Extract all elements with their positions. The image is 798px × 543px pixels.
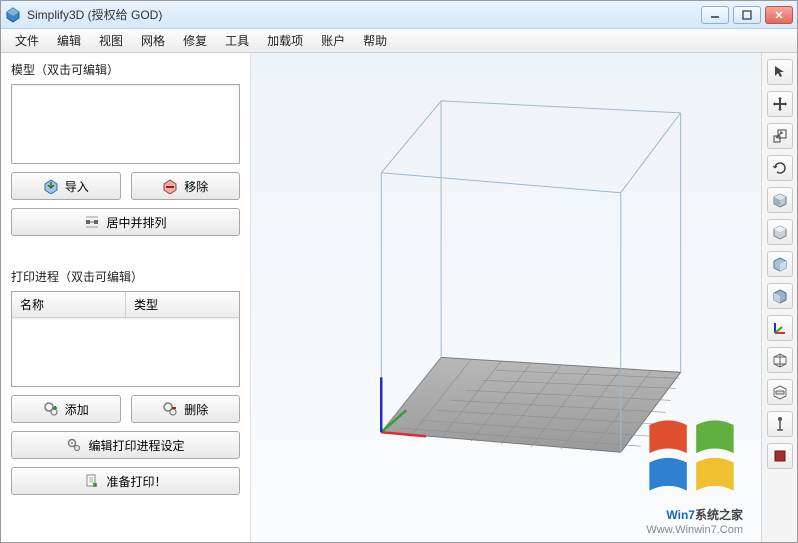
import-label: 导入 bbox=[65, 178, 89, 195]
support-tool[interactable] bbox=[767, 411, 793, 437]
delete-icon bbox=[162, 401, 178, 417]
menu-file[interactable]: 文件 bbox=[7, 29, 47, 52]
col-name[interactable]: 名称 bbox=[12, 292, 126, 317]
right-toolbar bbox=[761, 53, 797, 542]
menu-addons[interactable]: 加载项 bbox=[259, 29, 311, 52]
view-cube-iso[interactable] bbox=[767, 187, 793, 213]
import-icon bbox=[43, 178, 59, 194]
edit-settings-label: 编辑打印进程设定 bbox=[88, 437, 184, 454]
left-panel: 模型（双击可编辑） 导入 移除 bbox=[1, 53, 251, 542]
minimize-button[interactable] bbox=[701, 6, 729, 24]
menu-account[interactable]: 账户 bbox=[313, 29, 353, 52]
col-type[interactable]: 类型 bbox=[126, 292, 239, 317]
delete-process-button[interactable]: 删除 bbox=[131, 395, 241, 423]
edit-process-settings-button[interactable]: 编辑打印进程设定 bbox=[11, 431, 240, 459]
center-arrange-label: 居中并排列 bbox=[106, 214, 166, 231]
prepare-print-button[interactable]: 准备打印！ bbox=[11, 467, 240, 495]
close-button[interactable] bbox=[765, 6, 793, 24]
import-button[interactable]: 导入 bbox=[11, 172, 121, 200]
processes-panel-title: 打印进程（双击可编辑） bbox=[11, 268, 240, 285]
delete-label: 删除 bbox=[184, 401, 208, 418]
maximize-button[interactable] bbox=[733, 6, 761, 24]
models-panel-title: 模型（双击可编辑） bbox=[11, 61, 240, 78]
view-cube-top[interactable] bbox=[767, 219, 793, 245]
add-process-button[interactable]: 添加 bbox=[11, 395, 121, 423]
viewport-3d[interactable]: Win7系统之家 Www.Winwin7.Com bbox=[251, 53, 761, 542]
window-title: Simplify3D (授权给 GOD) bbox=[27, 6, 701, 23]
menu-help[interactable]: 帮助 bbox=[355, 29, 395, 52]
menu-tools[interactable]: 工具 bbox=[217, 29, 257, 52]
rotate-tool[interactable] bbox=[767, 155, 793, 181]
remove-label: 移除 bbox=[184, 178, 208, 195]
models-listbox[interactable] bbox=[11, 84, 240, 164]
view-cube-front[interactable] bbox=[767, 251, 793, 277]
prepare-label: 准备打印！ bbox=[106, 473, 166, 490]
prepare-icon bbox=[84, 473, 100, 489]
menu-edit[interactable]: 编辑 bbox=[49, 29, 89, 52]
center-arrange-icon bbox=[84, 214, 100, 230]
menu-mesh[interactable]: 网格 bbox=[133, 29, 173, 52]
paint-tool[interactable] bbox=[767, 443, 793, 469]
settings-icon bbox=[66, 437, 82, 453]
menubar: 文件 编辑 视图 网格 修复 工具 加载项 账户 帮助 bbox=[1, 29, 797, 53]
select-tool[interactable] bbox=[767, 59, 793, 85]
menu-view[interactable]: 视图 bbox=[91, 29, 131, 52]
processes-table-header: 名称 类型 bbox=[11, 291, 240, 317]
view-cube-right[interactable] bbox=[767, 283, 793, 309]
center-arrange-button[interactable]: 居中并排列 bbox=[11, 208, 240, 236]
menu-repair[interactable]: 修复 bbox=[175, 29, 215, 52]
models-panel: 模型（双击可编辑） 导入 移除 bbox=[11, 61, 240, 236]
add-label: 添加 bbox=[65, 401, 89, 418]
window-controls bbox=[701, 6, 793, 24]
scale-tool[interactable] bbox=[767, 123, 793, 149]
titlebar: Simplify3D (授权给 GOD) bbox=[1, 1, 797, 29]
workarea: 模型（双击可编辑） 导入 移除 bbox=[1, 53, 797, 542]
add-icon bbox=[43, 401, 59, 417]
remove-button[interactable]: 移除 bbox=[131, 172, 241, 200]
app-icon bbox=[5, 7, 21, 23]
axes-tool[interactable] bbox=[767, 315, 793, 341]
build-volume-render bbox=[251, 53, 761, 542]
remove-icon bbox=[162, 178, 178, 194]
processes-panel: 打印进程（双击可编辑） 名称 类型 添加 删除 bbox=[11, 268, 240, 495]
move-tool[interactable] bbox=[767, 91, 793, 117]
wireframe-view[interactable] bbox=[767, 347, 793, 373]
processes-listbox[interactable] bbox=[11, 317, 240, 387]
cross-section[interactable] bbox=[767, 379, 793, 405]
